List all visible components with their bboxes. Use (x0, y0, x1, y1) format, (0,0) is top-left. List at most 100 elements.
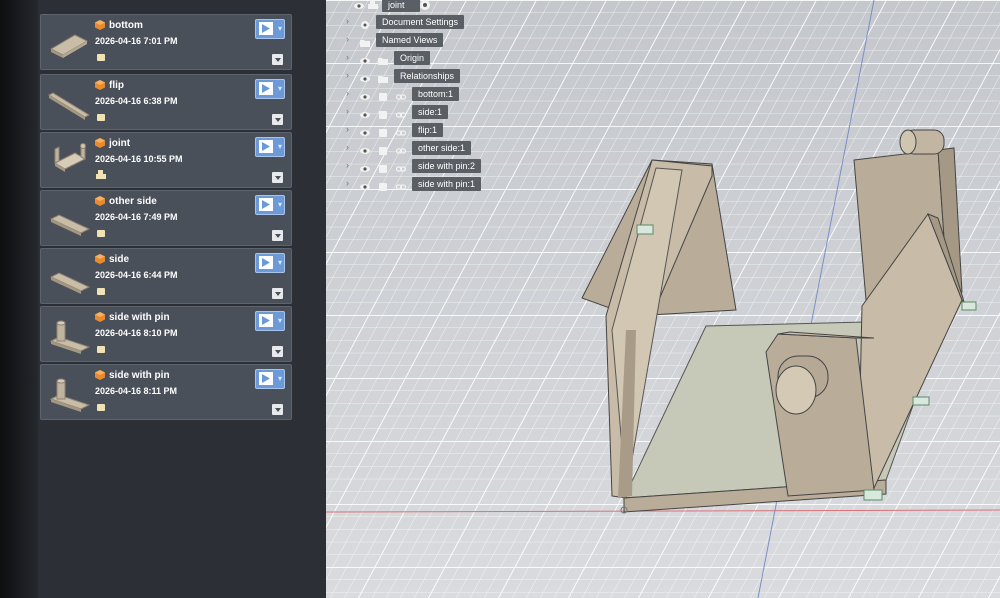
part-doc-icon (97, 288, 105, 295)
browser-node[interactable]: › Named Views (346, 33, 506, 48)
assembly-icon (368, 0, 378, 9)
expand-chevron-icon[interactable]: › (346, 142, 349, 152)
share-icon (259, 314, 273, 327)
expand-chevron-icon[interactable]: › (346, 124, 349, 134)
file-date: 2026-04-16 7:01 PM (95, 36, 178, 46)
expand-chevron-icon[interactable]: › (346, 178, 349, 188)
expand-chevron-icon[interactable]: › (346, 70, 349, 80)
browser-node[interactable]: › Origin (346, 51, 506, 66)
share-button[interactable]: ▾ (255, 369, 285, 389)
browser-node-label: flip:1 (412, 123, 444, 137)
browser-node-label: side with pin:2 (412, 159, 482, 173)
eye-icon[interactable] (360, 53, 370, 64)
eye-icon[interactable] (360, 179, 370, 190)
version-dropdown[interactable] (272, 172, 283, 183)
browser-node-label: side:1 (412, 105, 449, 119)
share-icon (259, 82, 273, 95)
expand-chevron-icon[interactable]: › (346, 52, 349, 62)
browser-node[interactable]: › bottom:1 (346, 87, 506, 102)
browser-node[interactable]: › Document Settings (346, 15, 506, 30)
version-dropdown[interactable] (272, 288, 283, 299)
assembly-thumbnail-icon (53, 143, 87, 172)
browser-node-label: Document Settings (376, 15, 465, 29)
target-icon[interactable] (420, 0, 430, 10)
browser-node[interactable]: › Relationships (346, 69, 506, 84)
expand-chevron-icon[interactable]: › (346, 106, 349, 116)
eye-icon[interactable] (360, 161, 370, 172)
browser-root[interactable]: joint (354, 0, 450, 15)
file-card-side[interactable]: side 2026-04-16 6:44 PM ▾ (40, 248, 292, 304)
eye-icon[interactable] (360, 71, 370, 82)
pin-plate-thumbnail-icon (49, 320, 91, 354)
browser-node[interactable]: › side with pin:1 (346, 177, 506, 192)
share-icon (259, 140, 273, 153)
component-cube-icon (95, 138, 105, 148)
component-cube-icon (95, 196, 105, 206)
file-card-side-with-pin-2[interactable]: side with pin 2026-04-16 8:11 PM ▾ (40, 364, 292, 420)
share-button[interactable]: ▾ (255, 19, 285, 39)
part-doc-icon (97, 346, 105, 353)
browser-node[interactable]: › other side:1 (346, 141, 506, 156)
browser-node-label: side with pin:1 (412, 177, 482, 191)
share-button[interactable]: ▾ (255, 253, 285, 273)
file-card-side-with-pin[interactable]: side with pin 2026-04-16 8:10 PM ▾ (40, 306, 292, 362)
share-icon (259, 372, 273, 385)
share-icon (259, 22, 273, 35)
eye-icon[interactable] (360, 89, 370, 100)
share-icon (259, 198, 273, 211)
component-icon (378, 107, 388, 119)
version-dropdown[interactable] (272, 114, 283, 125)
plate-thumbnail-icon (49, 34, 89, 58)
plate-thumbnail-icon (49, 272, 91, 294)
share-button[interactable]: ▾ (255, 195, 285, 215)
part-doc-icon (97, 404, 105, 411)
component-cube-icon (95, 312, 105, 322)
file-date: 2026-04-16 10:55 PM (95, 154, 183, 164)
browser-node-label: Origin (394, 51, 431, 65)
version-dropdown[interactable] (272, 230, 283, 241)
bar-thumbnail-icon (47, 92, 91, 120)
file-card-joint[interactable]: joint 2026-04-16 10:55 PM ▾ (40, 132, 292, 188)
file-date: 2026-04-16 6:38 PM (95, 96, 178, 106)
share-button[interactable]: ▾ (255, 79, 285, 99)
component-icon (378, 125, 388, 137)
expand-chevron-icon[interactable]: › (346, 160, 349, 170)
share-button[interactable]: ▾ (255, 311, 285, 331)
browser-node[interactable]: › side with pin:2 (346, 159, 506, 174)
share-button[interactable]: ▾ (255, 137, 285, 157)
file-card-other-side[interactable]: other side 2026-04-16 7:49 PM ▾ (40, 190, 292, 246)
root-label: joint (382, 0, 420, 12)
version-dropdown[interactable] (272, 54, 283, 65)
pin-plate-thumbnail-icon (49, 378, 91, 412)
file-name: side with pin (109, 312, 170, 323)
plate-thumbnail-icon (49, 214, 91, 236)
monitor-bezel (0, 0, 38, 598)
file-card-bottom[interactable]: bottom 2026-04-16 7:01 PM ▾ (40, 14, 292, 70)
browser-node[interactable]: › flip:1 (346, 123, 506, 138)
expand-chevron-icon[interactable]: › (346, 16, 349, 26)
file-name: side (109, 254, 130, 265)
browser-node[interactable]: › side:1 (346, 105, 506, 120)
component-cube-icon (95, 20, 105, 30)
file-card-flip[interactable]: flip 2026-04-16 6:38 PM ▾ (40, 74, 292, 130)
eye-icon[interactable] (360, 107, 370, 118)
component-icon (378, 89, 388, 101)
component-cube-icon (95, 370, 105, 380)
link-icon (395, 89, 407, 100)
browser-node-label: bottom:1 (412, 87, 460, 101)
share-icon (259, 256, 273, 269)
version-dropdown[interactable] (272, 404, 283, 415)
eye-icon[interactable] (360, 125, 370, 136)
version-dropdown[interactable] (272, 346, 283, 357)
eye-icon[interactable] (354, 1, 364, 11)
part-doc-icon (97, 114, 105, 121)
expand-chevron-icon[interactable]: › (346, 88, 349, 98)
file-name: flip (109, 80, 124, 91)
link-icon (395, 143, 407, 154)
expand-chevron-icon[interactable]: › (346, 34, 349, 44)
file-date: 2026-04-16 6:44 PM (95, 270, 178, 280)
file-date: 2026-04-16 8:11 PM (95, 386, 178, 396)
eye-icon[interactable] (360, 143, 370, 154)
component-cube-icon (95, 254, 105, 264)
component-icon (378, 161, 388, 173)
